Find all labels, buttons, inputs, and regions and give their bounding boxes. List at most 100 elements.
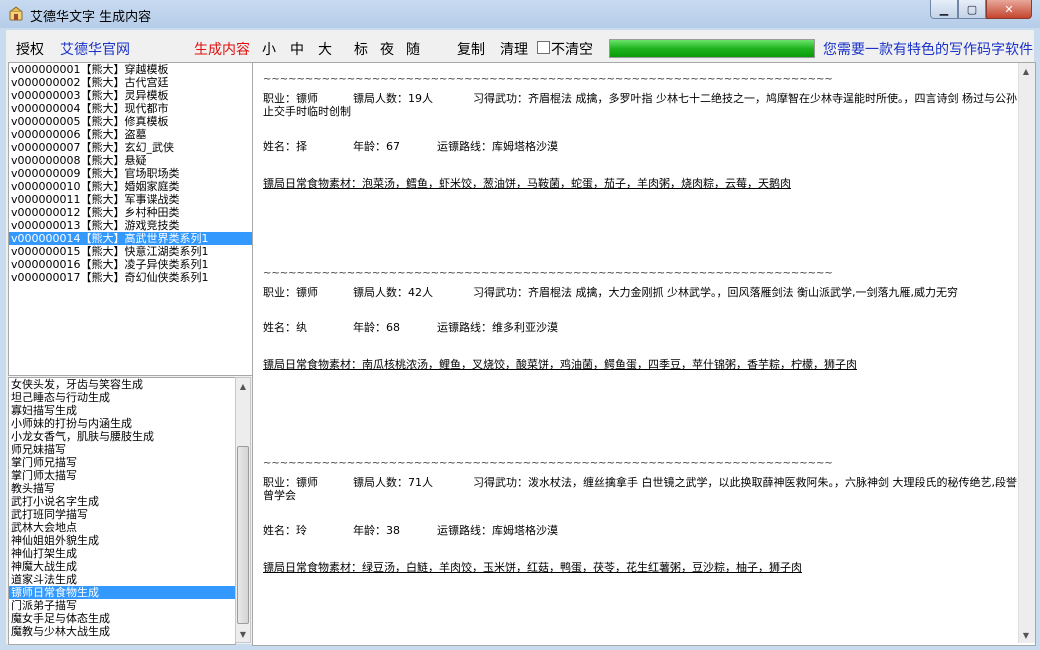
template-list-item[interactable]: v000000007【熊大】玄幻_武侠	[9, 141, 252, 154]
generator-list-item[interactable]: 掌门师太描写	[9, 469, 235, 482]
generator-list-item[interactable]: 小龙女香气，肌肤与腰肢生成	[9, 430, 235, 443]
template-list-item[interactable]: v000000014【熊大】高武世界类系列1	[9, 232, 252, 245]
entry-line-1: 职业：镖师 镖局人数：19人 习得武功：齐眉棍法 成擒，多罗叶指 少林七十二绝技之一…	[263, 92, 1019, 118]
entry-name: 姓名：择	[263, 140, 307, 153]
template-list-item[interactable]: v000000009【熊大】官场职场类	[9, 167, 252, 180]
entry-line-2: 姓名：玲 年龄：38 运镖路线：库姆塔格沙漠	[263, 524, 1019, 537]
template-list-item[interactable]: v000000012【熊大】乡村种田类	[9, 206, 252, 219]
generator-list-item[interactable]: 师兄妹描写	[9, 443, 235, 456]
generator-list-item[interactable]: 小师妹的打扮与内涵生成	[9, 417, 235, 430]
generator-list-item[interactable]: 坦己睡态与行动生成	[9, 391, 235, 404]
title-bar: 艾德华文字 生成内容 ▁ ▢ ✕	[0, 0, 1040, 28]
generate-button[interactable]: 生成内容	[194, 39, 250, 59]
maximize-button[interactable]: ▢	[958, 0, 986, 19]
clear-button[interactable]: 清理	[500, 39, 528, 59]
content-scrollbar[interactable]: ▲ ▼	[1018, 63, 1035, 643]
auth-button[interactable]: 授权	[16, 39, 44, 59]
entry-foods: 镖局日常食物素材：绿豆汤，白鲢，羊肉饺，玉米饼，红菇，鸭蛋，茯苓，花生红薯粥，豆…	[263, 561, 802, 574]
no-clear-checkbox[interactable]	[537, 41, 550, 54]
generator-list-item[interactable]: 武打班同学描写	[9, 508, 235, 521]
entry-line-2: 姓名：纨 年龄：68 运镖路线：维多利亚沙漠	[263, 321, 1019, 334]
template-list[interactable]: v000000001【熊大】穿越模板 v000000002【熊大】古代宫廷 v000…	[8, 62, 253, 376]
template-list-item[interactable]: v000000013【熊大】游戏竞技类	[9, 219, 252, 232]
entry-line-1: 职业：镖师 镖局人数：71人 习得武功：泼水杖法，缠丝擒拿手 白世镜之武学，以此换取…	[263, 476, 1019, 502]
entry-route: 运镖路线：维多利亚沙漠	[437, 321, 558, 334]
content-scroll-up-icon[interactable]: ▲	[1019, 63, 1033, 79]
minimize-button[interactable]: ▁	[930, 0, 958, 19]
scroll-down-icon[interactable]: ▼	[236, 626, 250, 642]
scroll-thumb[interactable]	[237, 446, 249, 624]
generator-list-item[interactable]: 神仙打架生成	[9, 547, 235, 560]
generator-list-item[interactable]: 神仙姐姐外貌生成	[9, 534, 235, 547]
content-output[interactable]: ▲ ▼ ~~~~~~~~~~~~~~~~~~~~~~~~~~~~~~~~~~~~…	[252, 62, 1036, 646]
scroll-up-icon[interactable]: ▲	[236, 378, 250, 394]
template-list-item[interactable]: v000000002【熊大】古代宫廷	[9, 76, 252, 89]
entry-foods: 镖局日常食物素材：南瓜核桃浓汤，鲤鱼，叉烧饺，酸菜饼，鸡油菌，鳄鱼蛋，四季豆，苹…	[263, 358, 857, 371]
entry-job: 职业：镖师	[263, 476, 318, 489]
generator-list[interactable]: 女侠头发，牙齿与笑容生成 坦己睡态与行动生成 寡妇描写生成 小师妹的打扮与内涵生成 小龙…	[8, 377, 236, 645]
template-list-item[interactable]: v000000006【熊大】盗墓	[9, 128, 252, 141]
website-link[interactable]: 艾德华官网	[60, 39, 130, 59]
generator-list-item[interactable]: 掌门师兄描写	[9, 456, 235, 469]
template-list-item[interactable]: v000000008【熊大】悬疑	[9, 154, 252, 167]
template-list-item[interactable]: v000000015【熊大】快意江湖类系列1	[9, 245, 252, 258]
content-entry: ~~~~~~~~~~~~~~~~~~~~~~~~~~~~~~~~~~~~~~~~…	[263, 459, 1019, 574]
template-list-item[interactable]: v000000016【熊大】凌子异侠类系列1	[9, 258, 252, 271]
generator-list-item[interactable]: 女侠头发，牙齿与笑容生成	[9, 378, 235, 391]
copy-button[interactable]: 复制	[457, 39, 485, 59]
separator-line: ~~~~~~~~~~~~~~~~~~~~~~~~~~~~~~~~~~~~~~~~…	[263, 75, 833, 85]
window-title: 艾德华文字 生成内容	[30, 10, 152, 25]
entry-foods: 镖局日常食物素材：泡菜汤，鳕鱼，虾米饺，葱油饼，马鞍菌，蛇蛋，茄子，羊肉粥，烧肉…	[263, 177, 791, 190]
entry-count: 镖局人数：19人	[353, 92, 433, 105]
progress-bar	[609, 39, 815, 58]
generator-list-item[interactable]: 寡妇描写生成	[9, 404, 235, 417]
generator-list-item[interactable]: 道家斗法生成	[9, 573, 235, 586]
minimize-icon: ▁	[939, 2, 949, 16]
app-icon	[9, 6, 23, 21]
template-list-item[interactable]: v000000005【熊大】修真模板	[9, 115, 252, 128]
entry-count: 镖局人数：71人	[353, 476, 433, 489]
generator-list-scrollbar[interactable]: ▲ ▼	[235, 377, 251, 643]
generator-list-item[interactable]: 镖师日常食物生成	[9, 586, 235, 599]
entry-age: 年龄：68	[353, 321, 400, 334]
content-scroll-down-icon[interactable]: ▼	[1019, 627, 1033, 643]
close-icon: ✕	[1004, 2, 1014, 16]
generator-list-item[interactable]: 武林大会地点	[9, 521, 235, 534]
entry-count: 镖局人数：42人	[353, 286, 433, 299]
template-list-item[interactable]: v000000004【熊大】现代都市	[9, 102, 252, 115]
separator-line: ~~~~~~~~~~~~~~~~~~~~~~~~~~~~~~~~~~~~~~~~…	[263, 269, 833, 279]
generator-list-item[interactable]: 教头描写	[9, 482, 235, 495]
generator-list-item[interactable]: 武打小说名字生成	[9, 495, 235, 508]
template-list-item[interactable]: v000000011【熊大】军事谍战类	[9, 193, 252, 206]
template-list-item[interactable]: v000000010【熊大】婚姻家庭类	[9, 180, 252, 193]
close-button[interactable]: ✕	[986, 0, 1032, 19]
mark-button[interactable]: 标	[354, 39, 368, 59]
template-list-item[interactable]: v000000003【熊大】灵异模板	[9, 89, 252, 102]
entry-route: 运镖路线：库姆塔格沙漠	[437, 140, 558, 153]
entry-line-2: 姓名：择 年龄：67 运镖路线：库姆塔格沙漠	[263, 140, 1019, 153]
promo-link[interactable]: 您需要一款有特色的写作码字软件	[823, 39, 1033, 59]
font-large-button[interactable]: 大	[318, 39, 332, 59]
progress-fill	[610, 40, 814, 57]
entry-line-1: 职业：镖师 镖局人数：42人 习得武功：齐眉棍法 成擒，大力金刚抓 少林武学。，回风…	[263, 286, 1019, 299]
entry-age: 年龄：67	[353, 140, 400, 153]
template-list-item[interactable]: v000000001【熊大】穿越模板	[9, 63, 252, 76]
entry-route: 运镖路线：库姆塔格沙漠	[437, 524, 558, 537]
font-small-button[interactable]: 小	[262, 39, 276, 59]
entry-name: 姓名：玲	[263, 524, 307, 537]
generator-list-item[interactable]: 神魔大战生成	[9, 560, 235, 573]
entry-name: 姓名：纨	[263, 321, 307, 334]
client-area: 授权 艾德华官网 生成内容 小 中 大 标 夜 随 复制 清理 不清空 您需要一…	[6, 30, 1036, 646]
night-mode-button[interactable]: 夜	[380, 39, 394, 59]
entry-age: 年龄：38	[353, 524, 400, 537]
generator-list-item[interactable]: 魔女手足与体态生成	[9, 612, 235, 625]
maximize-icon: ▢	[966, 2, 978, 16]
generator-list-item[interactable]: 门派弟子描写	[9, 599, 235, 612]
content-entry: ~~~~~~~~~~~~~~~~~~~~~~~~~~~~~~~~~~~~~~~~…	[263, 269, 1019, 371]
template-list-item[interactable]: v000000017【熊大】奇幻仙侠类系列1	[9, 271, 252, 284]
generator-list-item[interactable]: 魔教与少林大战生成	[9, 625, 235, 638]
content-entry: ~~~~~~~~~~~~~~~~~~~~~~~~~~~~~~~~~~~~~~~~…	[263, 75, 1019, 190]
entry-skill: 习得武功：齐眉棍法 成擒，大力金刚抓 少林武学。，回风落雁剑法 衡山派武学,一剑…	[473, 286, 958, 299]
random-button[interactable]: 随	[406, 39, 420, 59]
font-medium-button[interactable]: 中	[290, 39, 304, 59]
